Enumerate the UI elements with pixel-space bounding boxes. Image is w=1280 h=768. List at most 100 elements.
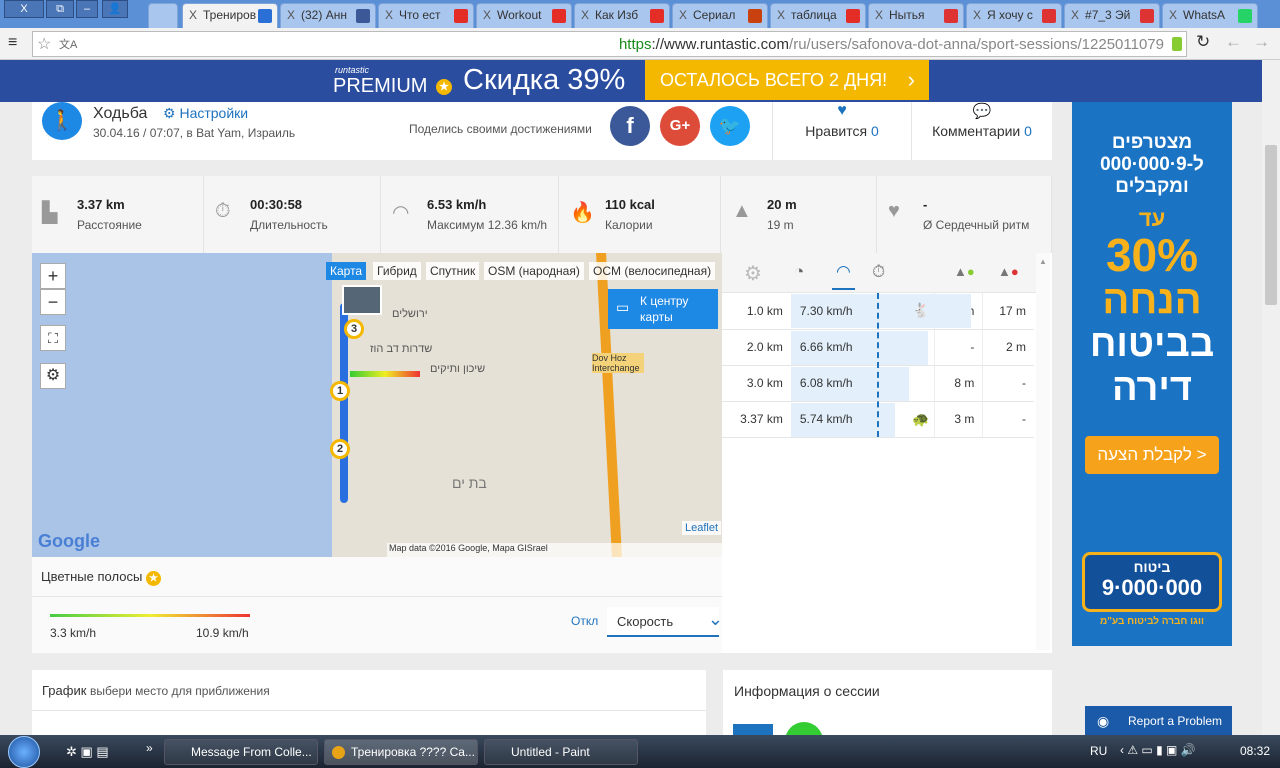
elevation-loss-icon[interactable]: ▲●	[998, 264, 1019, 279]
graph-hint: выбери место для приближения	[90, 684, 270, 698]
facebook-share-button[interactable]: f	[610, 106, 650, 146]
close-window-button[interactable]: X	[4, 0, 44, 18]
report-problem-label: Report a Problem	[1128, 714, 1223, 728]
browser-tab[interactable]: X Трениров	[182, 3, 278, 28]
route-map[interactable]: 1 2 3 שדרות דב הוז שיכון ותיקים ירושלים Do…	[32, 253, 722, 557]
gear-icon[interactable]: ⚙	[744, 261, 762, 286]
pace-icon[interactable]: ◔	[794, 262, 804, 282]
speed-tab-icon[interactable]: ◠	[832, 262, 855, 290]
zoom-out-button[interactable]: −	[40, 289, 66, 315]
close-tab-icon[interactable]: X	[777, 8, 785, 22]
close-tab-icon[interactable]: X	[1169, 8, 1177, 22]
graph-title: График	[42, 683, 87, 698]
close-tab-icon[interactable]: X	[679, 8, 687, 22]
comments-button[interactable]: 💬 Комментарии 0	[912, 102, 1052, 160]
close-tab-icon[interactable]: X	[287, 8, 295, 22]
close-tab-icon[interactable]: X	[189, 8, 197, 22]
language-indicator[interactable]: RU	[1090, 744, 1107, 758]
map-layer-option[interactable]: Спутник	[426, 262, 480, 280]
settings-link[interactable]: ⚙ Настройки	[163, 105, 248, 122]
browser-tab[interactable]: X Нытья	[868, 3, 964, 28]
stopwatch-icon[interactable]: ⏱	[872, 262, 885, 282]
premium-banner[interactable]: runtastic PREMIUM ★ Скидка 39% ОСТАЛОСЬ …	[0, 60, 1262, 102]
route-marker[interactable]: 2	[330, 439, 350, 459]
map-layer-option[interactable]: Карта	[326, 262, 367, 280]
profile-button[interactable]: 👤	[102, 0, 128, 18]
browser-tab[interactable]: X (32) Анн	[280, 3, 376, 28]
url-field[interactable]: ☆ 文A https://www.runtastic.com/ru/users/…	[32, 31, 1187, 57]
browser-tab[interactable]: X #7_3 Эй	[1064, 3, 1160, 28]
close-tab-icon[interactable]: X	[581, 8, 589, 22]
elevation-gain-icon[interactable]: ▲●	[954, 264, 975, 279]
shoe-icon	[733, 724, 773, 735]
ad-text: הנחה	[1102, 278, 1202, 322]
close-tab-icon[interactable]: X	[483, 8, 491, 22]
map-layer-option[interactable]: OCM (велосипедная)	[589, 262, 716, 280]
tray-icons[interactable]: ‹ ⚠ ▭ ▮ ▣ 🔊	[1120, 743, 1196, 757]
map-settings-icon[interactable]: ⚙	[40, 363, 66, 389]
facebook-icon	[356, 9, 370, 23]
restore-window-button[interactable]: ⧉	[46, 0, 74, 18]
split-elevation-gain: -	[933, 329, 983, 366]
map-layer-option[interactable]: OSM (народная)	[484, 262, 584, 280]
close-tab-icon[interactable]: X	[875, 8, 883, 22]
taskbar-item[interactable]: Тренировка ???? Ca...	[324, 739, 478, 765]
photo-thumbnail[interactable]	[342, 285, 382, 315]
url-path: /ru/users/safonova-dot-anna/sport-sessio…	[789, 36, 1164, 53]
route-marker[interactable]: 3	[344, 319, 364, 339]
translate-icon[interactable]: 文A	[59, 36, 77, 52]
url-scheme: https	[618, 36, 652, 53]
splits-header: ⚙ ◔ ◠ ⏱ ▲● ▲●	[722, 253, 1036, 293]
star-icon[interactable]: ☆	[37, 34, 51, 54]
browser-tab[interactable]: X Workout	[476, 3, 572, 28]
route-marker[interactable]: 1	[330, 381, 350, 401]
chevron-icon[interactable]: »	[146, 741, 153, 755]
leaflet-link[interactable]: Leaflet	[682, 521, 722, 535]
splits-scrollbar[interactable]: ▲	[1036, 253, 1050, 650]
report-problem-button[interactable]: ◉ Report a Problem	[1085, 706, 1232, 735]
color-bars-off-option[interactable]: Откл	[571, 614, 598, 628]
forward-icon[interactable]: →	[1253, 32, 1270, 52]
browser-tab[interactable]: X Как Изб	[574, 3, 670, 28]
minimize-window-button[interactable]: –	[76, 0, 98, 18]
stat-label: Максимум 12.36 km/h	[427, 218, 548, 232]
map-layer-option[interactable]: Гибрид	[373, 262, 421, 280]
close-tab-icon[interactable]: X	[1071, 8, 1079, 22]
session-info-title: Информация о сессии	[734, 683, 880, 699]
close-tab-icon[interactable]: X	[385, 8, 393, 22]
browser-tab[interactable]: X Я хочу с	[966, 3, 1062, 28]
back-icon[interactable]: ←	[1225, 32, 1242, 52]
quicklaunch-icons[interactable]: ✲ ▣ ▤	[66, 744, 109, 760]
browser-tab[interactable]: X WhatsA	[1162, 3, 1258, 28]
google-share-button[interactable]: G+	[660, 106, 700, 146]
countdown-button[interactable]: ОСТАЛОСЬ ВСЕГО 2 ДНЯ! ›	[645, 60, 929, 100]
browser-tab[interactable]: X Что ест	[378, 3, 474, 28]
stat-value: 3.37 km	[77, 197, 125, 212]
browser-tab[interactable]: X Сериал	[672, 3, 768, 28]
menu-icon[interactable]: ≡	[8, 34, 17, 52]
reload-icon[interactable]: ↻	[1196, 32, 1210, 52]
browser-tab[interactable]: Xтаблица	[770, 3, 866, 28]
split-elevation-loss: -	[982, 401, 1034, 438]
discount-text: Скидка 39%	[463, 64, 626, 96]
insurance-ad[interactable]: מצטרפים ל-9·000·000 ומקבלים עד 30% הנחה …	[1072, 102, 1232, 646]
ad-discount: 30%	[1105, 229, 1199, 281]
like-button[interactable]: ♥ Нравится 0	[773, 102, 911, 160]
twitter-share-button[interactable]: 🐦	[710, 106, 750, 146]
close-tab-icon[interactable]: X	[973, 8, 981, 22]
zoom-in-button[interactable]: +	[40, 263, 66, 289]
road-icon: ▙	[42, 202, 58, 224]
color-bars-select[interactable]: Скорость ⌄	[607, 607, 723, 637]
scrollbar-thumb[interactable]	[1265, 145, 1277, 305]
center-map-button[interactable]: ▭ К центру карты	[608, 289, 718, 329]
session-info-panel: Информация о сессии	[723, 670, 1052, 735]
page-scrollbar[interactable]	[1262, 60, 1280, 735]
ad-cta-button[interactable]: לקבלת הצעה >	[1085, 436, 1219, 474]
taskbar-item[interactable]: Message From Colle...	[164, 739, 318, 765]
fullscreen-icon[interactable]: ⛶	[40, 325, 66, 351]
stopwatch-icon: ⏱	[215, 200, 231, 222]
graph-panel[interactable]: График выбери место для приближения	[32, 670, 706, 735]
taskbar-item[interactable]: Untitled - Paint	[484, 739, 638, 765]
start-button[interactable]	[8, 736, 40, 768]
new-tab-button[interactable]	[148, 3, 178, 28]
